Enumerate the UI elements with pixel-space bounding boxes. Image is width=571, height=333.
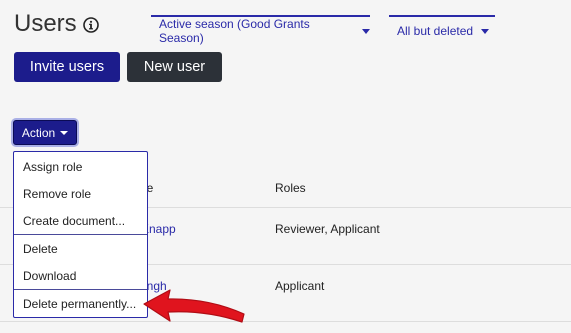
menu-item-delete-permanently[interactable]: Delete permanently... [23,297,136,311]
info-circle-icon[interactable] [83,17,99,33]
menu-item-delete[interactable]: Delete [23,242,58,256]
season-select[interactable]: Active season (Good Grants Season) [151,15,370,45]
status-filter-select[interactable]: All but deleted [389,15,495,45]
row-divider [0,321,571,322]
column-header-roles[interactable]: Roles [275,181,306,195]
season-select-value: Active season (Good Grants Season) [159,17,310,45]
action-button-label: Action [21,125,56,140]
menu-divider [14,289,147,290]
menu-item-assign-role[interactable]: Assign role [23,160,82,174]
user-roles: Applicant [275,279,325,293]
chevron-down-icon [362,28,370,34]
annotation-arrow-icon [143,289,245,323]
page-title: Users [14,10,77,37]
chevron-down-icon [481,28,490,34]
invite-users-button[interactable]: Invite users [14,52,120,82]
caret-down-icon [60,130,69,135]
action-dropdown-button[interactable]: Action [13,120,77,145]
menu-item-create-document[interactable]: Create document... [23,214,125,228]
status-filter-value: All but deleted [397,24,474,38]
menu-divider [14,234,147,235]
action-menu: Assign role Remove role Create document.… [13,151,148,318]
menu-item-download[interactable]: Download [23,269,76,283]
menu-item-remove-role[interactable]: Remove role [23,187,91,201]
user-roles: Reviewer, Applicant [275,222,380,236]
new-user-button[interactable]: New user [127,52,222,82]
